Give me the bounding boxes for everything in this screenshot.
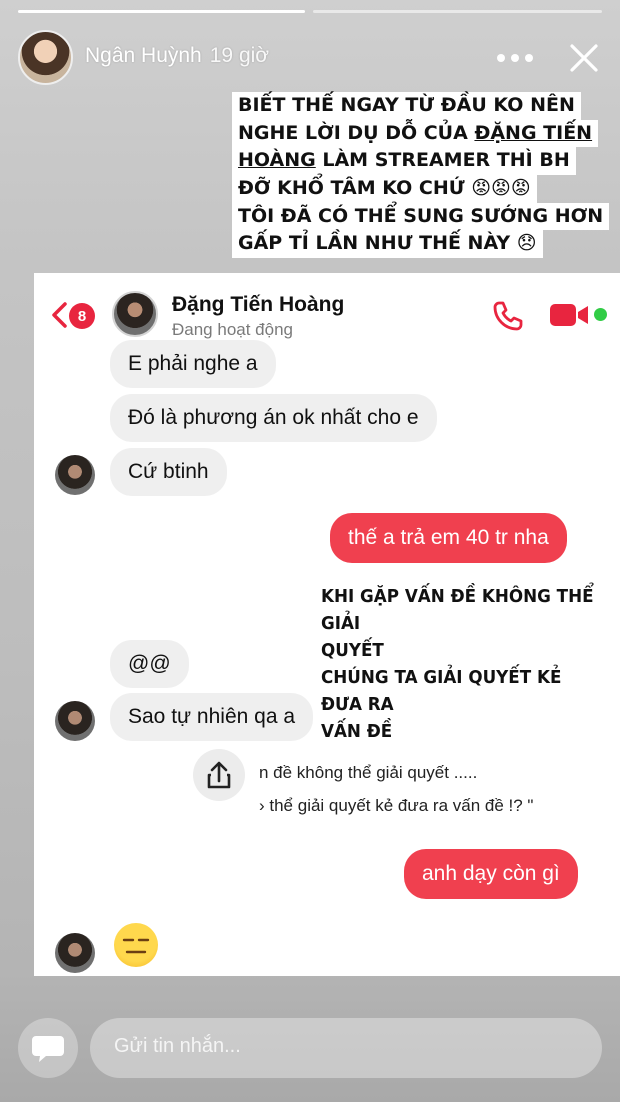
messenger-screenshot: 8 Đặng Tiến Hoàng Đang hoạt động E phải … bbox=[34, 273, 620, 976]
close-icon[interactable] bbox=[566, 40, 602, 76]
contact-name[interactable]: Đặng Tiến Hoàng bbox=[172, 293, 344, 317]
caption-line-5: TÔI ĐÃ CÓ THỂ SUNG SƯỚNG HƠN bbox=[232, 202, 610, 231]
back-arrow-icon[interactable] bbox=[50, 301, 68, 329]
unread-count-badge: 8 bbox=[69, 303, 95, 329]
caption-line-4: ĐỠ KHỔ TÂM KO CHỨ 😡😡😡 bbox=[232, 174, 537, 203]
contact-mini-avatar bbox=[55, 701, 95, 741]
message-bubble-icon bbox=[32, 1036, 64, 1062]
message-bubble-in: Cứ btinh bbox=[110, 448, 227, 496]
reply-placeholder: Gửi tin nhắn... bbox=[114, 1035, 241, 1057]
contact-mini-avatar bbox=[55, 455, 95, 495]
story-progress-2 bbox=[313, 10, 602, 13]
handwritten-line-3: CHÚNG TA GIẢI QUYẾT KẺ ĐƯA RA bbox=[321, 667, 562, 715]
caption-name-part-1: ĐẶNG TIẾN bbox=[474, 121, 593, 144]
chat-header: 8 Đặng Tiến Hoàng Đang hoạt động bbox=[34, 273, 620, 348]
caption-line-2: NGHE LỜI DỤ DỖ CỦA ĐẶNG TIẾN bbox=[232, 119, 599, 148]
story-caption: BIẾT THẾ NGAY TỪ ĐẦU KO NÊN NGHE LỜI DỤ … bbox=[232, 92, 610, 258]
handwritten-line-4: VẤN ĐỀ bbox=[321, 721, 393, 742]
story-progress-1-fill bbox=[18, 10, 305, 13]
caption-line-3-text: LÀM STREAMER THÌ BH bbox=[315, 149, 570, 172]
contact-mini-avatar bbox=[55, 933, 95, 973]
message-bubble-out: thế a trả em 40 tr nha bbox=[330, 513, 567, 563]
expressionless-face-icon bbox=[122, 938, 150, 954]
caption-name-part-2: HOÀNG bbox=[238, 149, 316, 172]
story-user-avatar[interactable] bbox=[18, 30, 73, 85]
message-bubble-in: E phải nghe a bbox=[110, 340, 276, 388]
handwritten-line-1: KHI GẶP VẤN ĐỀ KHÔNG THỂ GIẢI bbox=[321, 586, 594, 634]
story-time: 19 giờ bbox=[209, 44, 270, 67]
shared-quote-line-2: › thể giải quyết kẻ đưa ra vấn đề !? " bbox=[259, 796, 534, 815]
share-button[interactable] bbox=[193, 749, 245, 801]
story-user-name[interactable]: Ngân Huỳnh bbox=[85, 44, 202, 67]
share-icon bbox=[207, 761, 231, 789]
reply-input[interactable]: Gửi tin nhắn... bbox=[90, 1018, 602, 1078]
contact-status: Đang hoạt động bbox=[172, 320, 293, 339]
message-bubble-in: @@ bbox=[110, 640, 189, 688]
online-indicator bbox=[594, 308, 607, 321]
message-bubble-out: anh dạy còn gì bbox=[404, 849, 578, 899]
caption-line-1: BIẾT THẾ NGAY TỪ ĐẦU KO NÊN bbox=[232, 92, 581, 120]
phone-icon[interactable] bbox=[492, 300, 524, 332]
more-icon[interactable] bbox=[497, 46, 539, 70]
message-bubble-in: Đó là phương án ok nhất cho e bbox=[110, 394, 437, 442]
shared-quote-line-1: n đề không thể giải quyết ..... bbox=[259, 763, 478, 782]
message-bubble-in: Sao tự nhiên qa a bbox=[110, 693, 314, 741]
contact-avatar[interactable] bbox=[112, 291, 158, 337]
caption-line-3: HOÀNG LÀM STREAMER THÌ BH bbox=[232, 147, 576, 175]
message-bubble-button[interactable] bbox=[18, 1018, 78, 1078]
caption-line-2-text: NGHE LỜI DỤ DỖ CỦA bbox=[238, 121, 475, 144]
story-progress-1 bbox=[18, 10, 305, 13]
expressionless-face-emoji bbox=[114, 923, 158, 967]
story-header: Ngân Huỳnh 19 giờ bbox=[85, 44, 269, 68]
handwritten-line-2: QUYẾT bbox=[321, 640, 384, 661]
caption-line-6: GẤP TỈ LẦN NHƯ THẾ NÀY 😞 bbox=[232, 230, 543, 258]
video-camera-icon[interactable] bbox=[548, 301, 592, 329]
handwritten-overlay: KHI GẶP VẤN ĐỀ KHÔNG THỂ GIẢI QUYẾT CHÚN… bbox=[321, 583, 599, 745]
